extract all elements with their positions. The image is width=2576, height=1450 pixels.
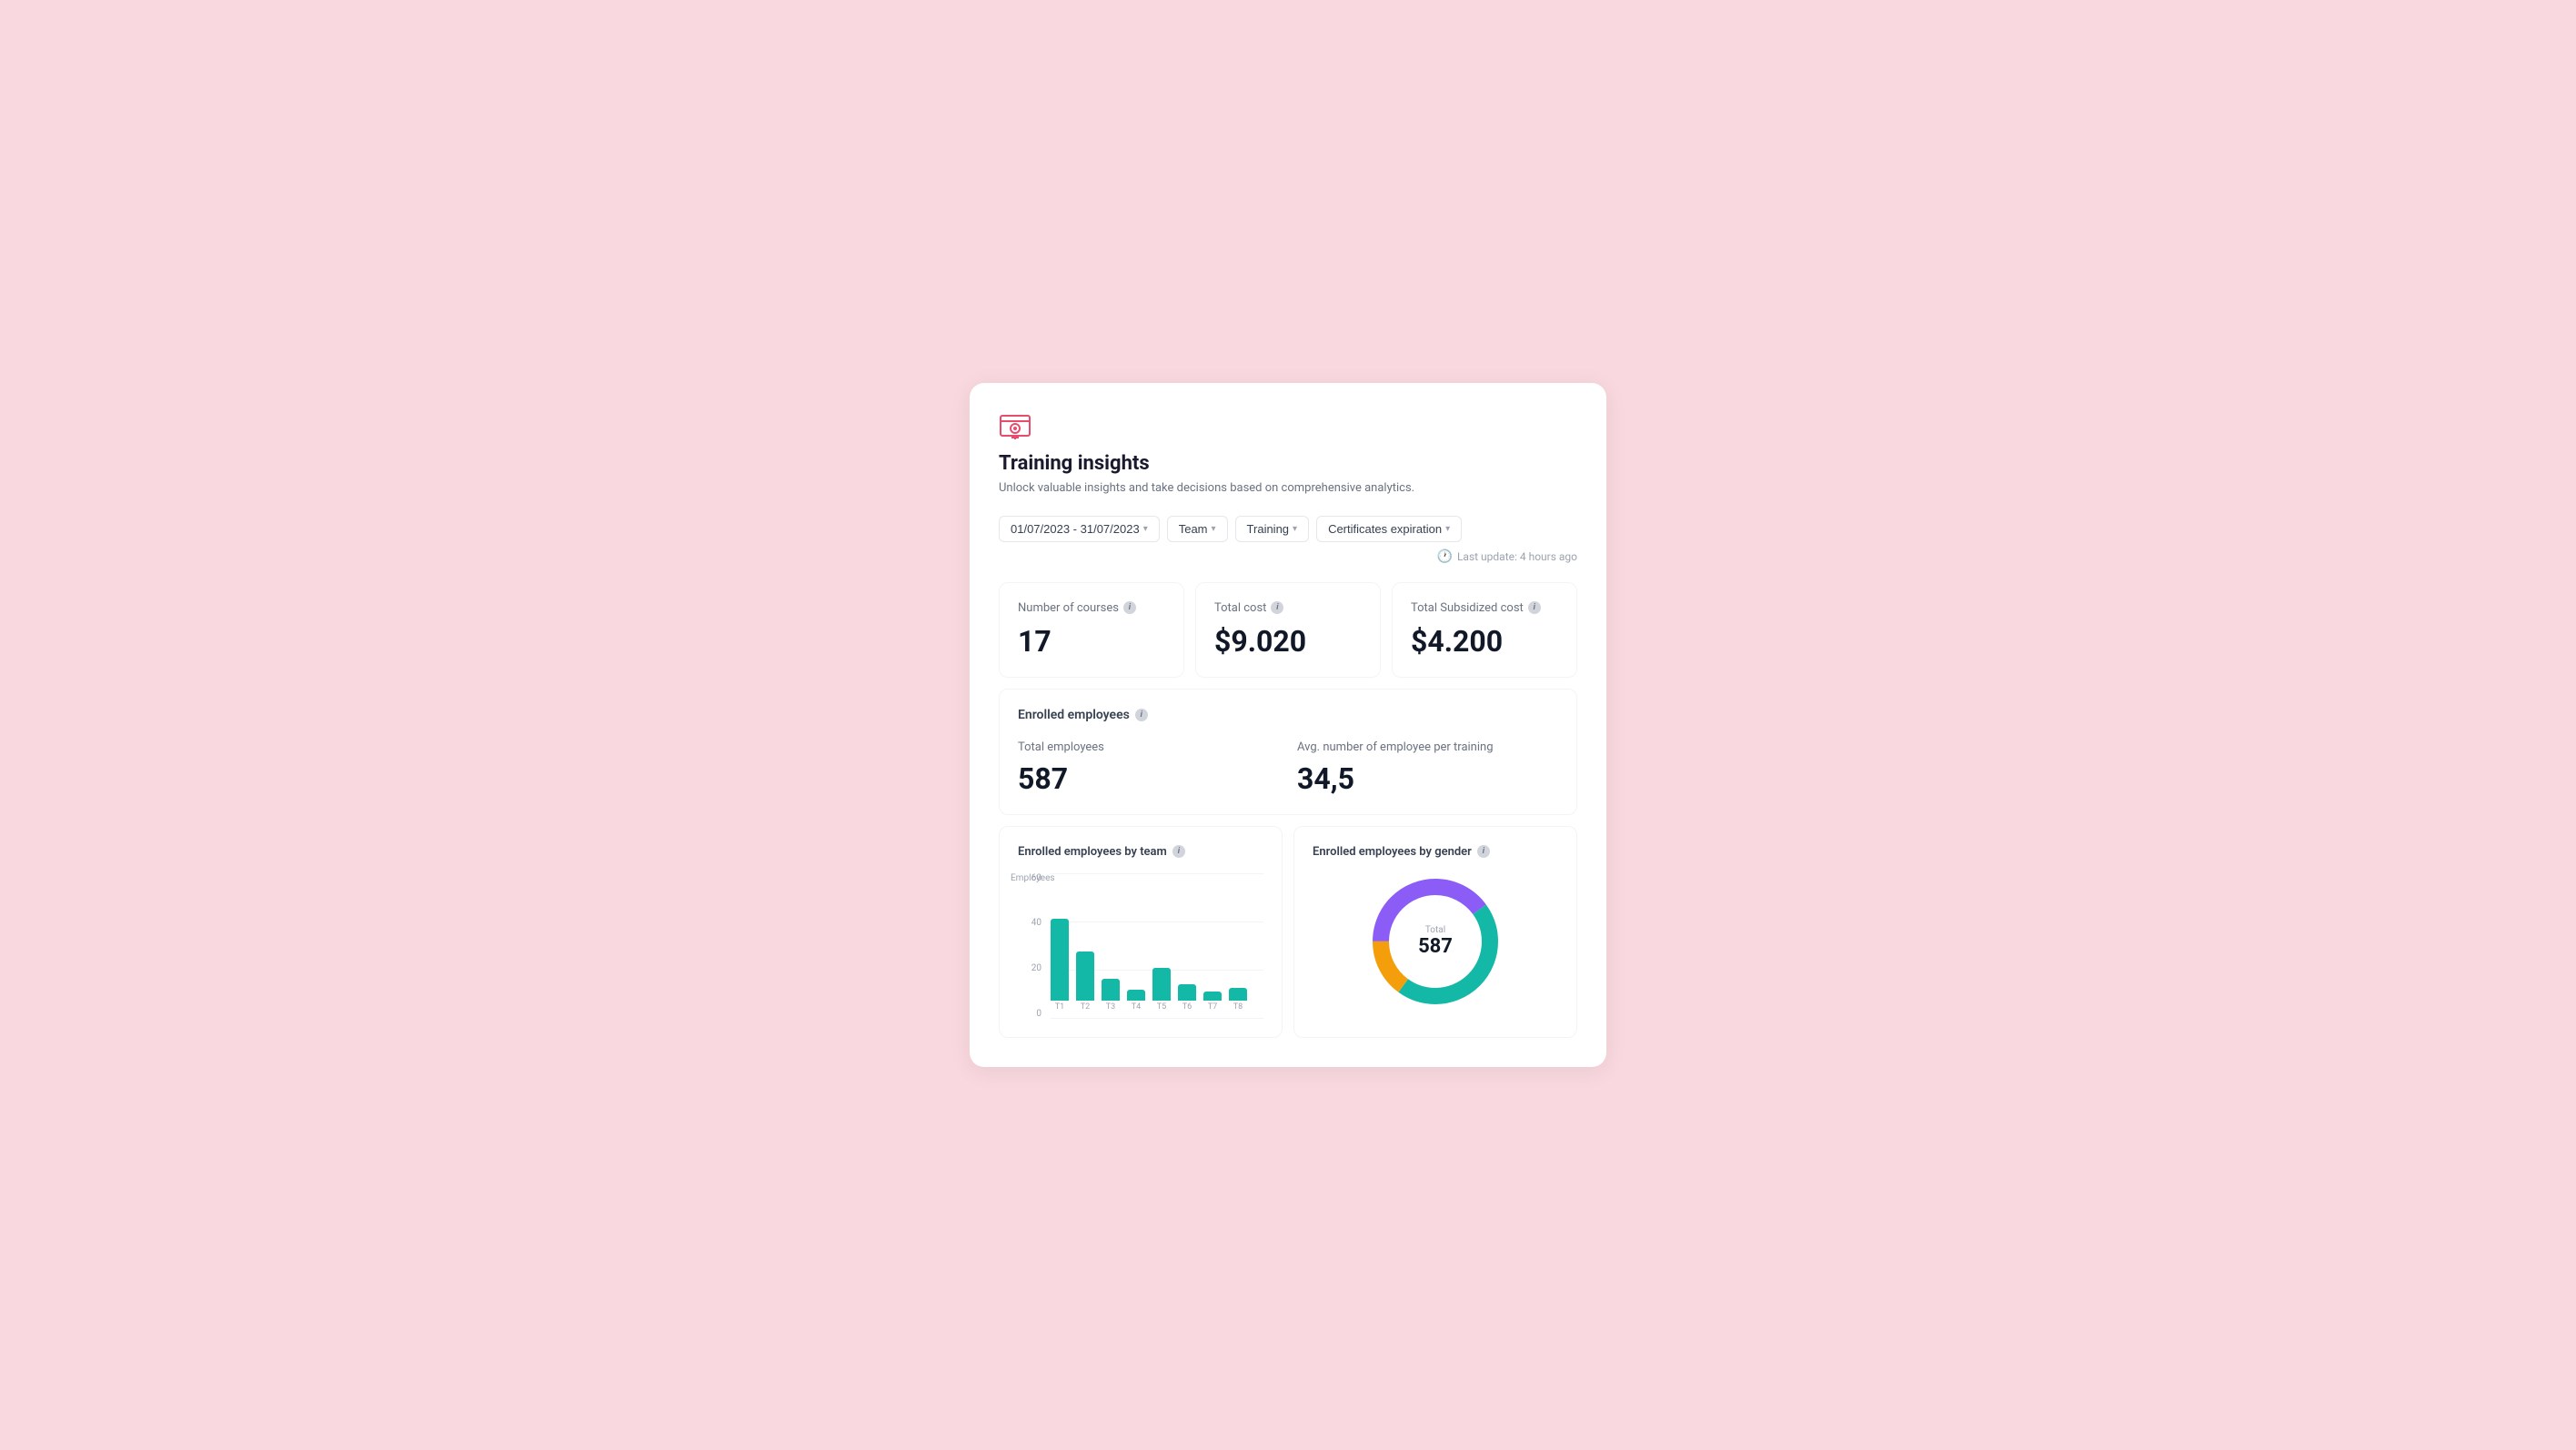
enrolled-metrics: Total employees 587 Avg. number of emplo… <box>1018 740 1558 796</box>
total-employees-label: Total employees <box>1018 740 1279 754</box>
chevron-down-icon: ▾ <box>1293 524 1297 534</box>
bar-chart-wrap <box>1018 873 1263 1001</box>
bottom-row: Enrolled employees by team i Employees 6… <box>999 826 1577 1038</box>
subsidized-cost-label: Total Subsidized cost i <box>1411 601 1558 615</box>
info-icon[interactable]: i <box>1123 601 1136 614</box>
certificates-filter[interactable]: Certificates expiration ▾ <box>1316 516 1462 542</box>
info-icon[interactable]: i <box>1135 709 1148 721</box>
courses-card: Number of courses i 17 <box>999 582 1184 678</box>
total-employees-metric: Total employees 587 <box>1018 740 1279 796</box>
filters-row: 01/07/2023 - 31/07/2023 ▾ Team ▾ Trainin… <box>999 516 1577 564</box>
bar-5 <box>1178 984 1196 1001</box>
gender-chart-card: Enrolled employees by gender i Total 587 <box>1293 826 1577 1038</box>
clock-icon: 🕐 <box>1437 549 1453 564</box>
x-axis-labels: T1 T2 T3 T4 T5 T6 T7 T8 <box>1018 1002 1263 1012</box>
bar-1 <box>1076 952 1094 1001</box>
date-range-filter[interactable]: 01/07/2023 - 31/07/2023 ▾ <box>999 516 1160 542</box>
bar-7 <box>1229 988 1247 1001</box>
courses-label: Number of courses i <box>1018 601 1165 615</box>
chevron-down-icon: ▾ <box>1212 524 1216 534</box>
donut-chart: Total 587 <box>1313 873 1558 1010</box>
bar-chart: Employees 60 40 20 0 <box>1018 873 1263 1019</box>
dashboard: Training insights Unlock valuable insigh… <box>970 383 1606 1066</box>
team-filter[interactable]: Team ▾ <box>1167 516 1228 542</box>
enrolled-card: Enrolled employees i Total employees 587… <box>999 689 1577 815</box>
donut-total: Total 587 <box>1418 925 1453 958</box>
info-icon[interactable]: i <box>1477 845 1490 858</box>
avg-employees-label: Avg. number of employee per training <box>1297 740 1558 754</box>
info-icon[interactable]: i <box>1528 601 1541 614</box>
team-chart-card: Enrolled employees by team i Employees 6… <box>999 826 1283 1038</box>
x-label-3: T4 <box>1127 1002 1145 1012</box>
info-icon[interactable]: i <box>1271 601 1283 614</box>
x-label-6: T7 <box>1203 1002 1222 1012</box>
bar-6 <box>1203 992 1222 1001</box>
bar-0 <box>1051 919 1069 1001</box>
training-filter[interactable]: Training ▾ <box>1235 516 1310 542</box>
total-cost-label: Total cost i <box>1214 601 1362 615</box>
courses-value: 17 <box>1018 624 1165 659</box>
bar-2 <box>1102 979 1120 1001</box>
x-label-7: T8 <box>1229 1002 1247 1012</box>
x-label-1: T2 <box>1076 1002 1094 1012</box>
enrolled-header: Enrolled employees i <box>1018 708 1558 722</box>
stats-row: Number of courses i 17 Total cost i $9.0… <box>999 582 1577 678</box>
avg-employees-value: 34,5 <box>1297 761 1558 796</box>
subsidized-cost-value: $4.200 <box>1411 624 1558 659</box>
x-label-5: T6 <box>1178 1002 1196 1012</box>
gender-chart-title: Enrolled employees by gender i <box>1313 845 1558 859</box>
avg-employees-metric: Avg. number of employee per training 34,… <box>1297 740 1558 796</box>
app-logo <box>999 412 1577 452</box>
team-chart-title: Enrolled employees by team i <box>1018 845 1263 859</box>
page-title: Training insights <box>999 452 1577 475</box>
total-cost-value: $9.020 <box>1214 624 1362 659</box>
x-label-0: T1 <box>1051 1002 1069 1012</box>
total-cost-card: Total cost i $9.020 <box>1195 582 1381 678</box>
x-label-2: T3 <box>1102 1002 1120 1012</box>
bar-3 <box>1127 990 1145 1001</box>
chevron-down-icon: ▾ <box>1445 524 1450 534</box>
info-icon[interactable]: i <box>1172 845 1185 858</box>
x-label-4: T5 <box>1152 1002 1171 1012</box>
total-employees-value: 587 <box>1018 761 1279 796</box>
bar-4 <box>1152 968 1171 1001</box>
last-update: 🕐 Last update: 4 hours ago <box>1437 549 1577 564</box>
chevron-down-icon: ▾ <box>1143 524 1148 534</box>
page-subtitle: Unlock valuable insights and take decisi… <box>999 480 1577 497</box>
subsidized-cost-card: Total Subsidized cost i $4.200 <box>1392 582 1577 678</box>
